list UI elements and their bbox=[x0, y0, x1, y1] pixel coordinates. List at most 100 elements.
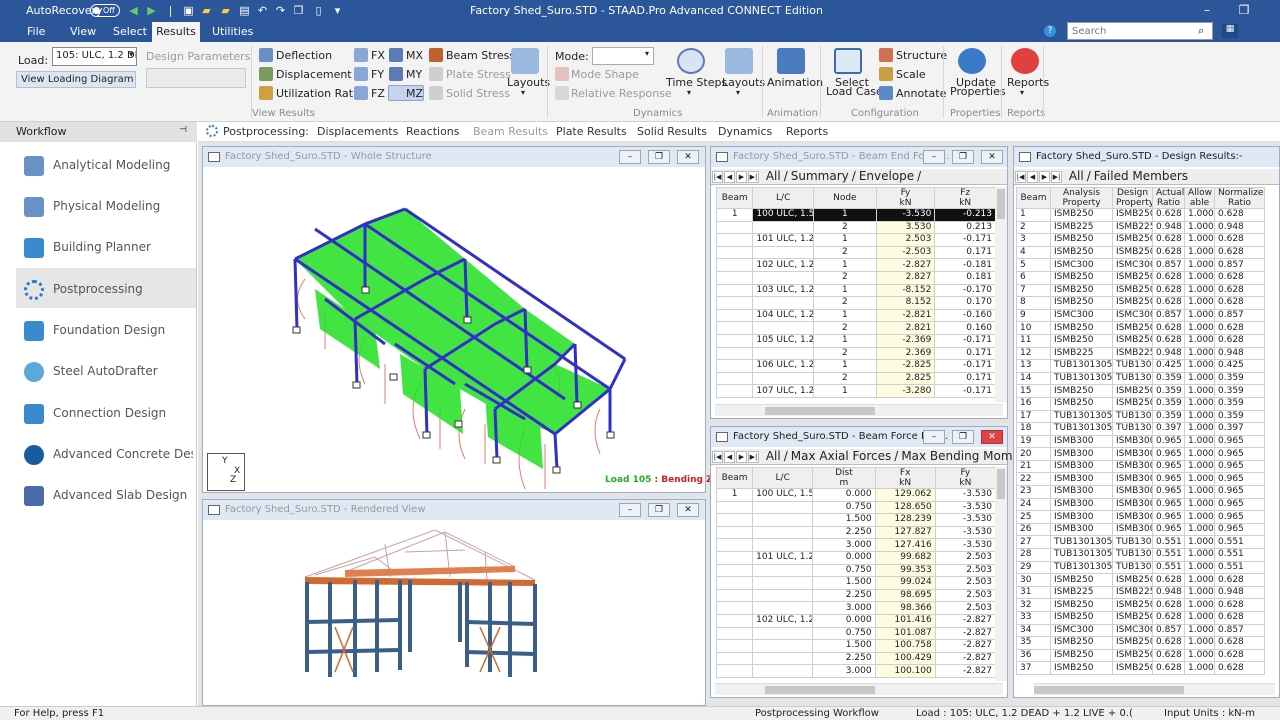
undo-icon[interactable]: ↶ bbox=[256, 4, 269, 17]
chevron-down-icon[interactable]: ▾ bbox=[521, 88, 525, 97]
mx-button[interactable]: MX bbox=[406, 49, 423, 62]
workflow-item-physical-modeling[interactable]: Physical Modeling bbox=[16, 185, 196, 225]
workflow-item-steel-autodrafter[interactable]: Steel AutoDrafter bbox=[16, 350, 196, 390]
last-tab-icon[interactable]: ▶| bbox=[1051, 171, 1062, 183]
table-row[interactable]: 0.750 99.353 2.503 bbox=[715, 563, 997, 578]
table-row[interactable]: 23 ISMB300 ISMB300 0.965 1.000 0.965 bbox=[1016, 485, 1265, 499]
table-row[interactable]: 28TUB1301305.4TUB13010.5511.0000.551 bbox=[1016, 548, 1265, 562]
column-header[interactable]: Fy kN bbox=[875, 187, 936, 209]
table-row[interactable]: 3.000 98.366 2.503 bbox=[715, 601, 997, 615]
beam-stress-button[interactable]: Beam Stress bbox=[446, 49, 515, 62]
restore-button[interactable]: ❐ bbox=[648, 503, 670, 517]
my-button[interactable]: MY bbox=[406, 68, 422, 81]
first-tab-icon[interactable]: |◀ bbox=[1015, 171, 1026, 183]
print-icon[interactable]: ▤ bbox=[238, 4, 251, 17]
workflow-item-connection-design[interactable]: Connection Design bbox=[16, 392, 196, 432]
minimize-icon[interactable]: – bbox=[1200, 3, 1214, 17]
workflow-item-postprocessing[interactable]: Postprocessing bbox=[16, 268, 196, 308]
column-header[interactable]: Design Property bbox=[1112, 187, 1153, 209]
table-row[interactable]: 26 ISMB300 ISMB300 0.965 1.000 0.965 bbox=[1016, 522, 1265, 537]
autorecovery-toggle[interactable]: Off bbox=[90, 4, 120, 17]
table-row[interactable]: 2 -2.503 0.171 bbox=[715, 245, 996, 260]
table-row[interactable]: 35 ISMB250 ISMB250 0.628 1.000 0.628 bbox=[1016, 636, 1265, 650]
mz-button[interactable]: MZ bbox=[406, 87, 423, 100]
table-row[interactable]: 2.250 100.429 -2.827 bbox=[715, 651, 997, 666]
table-row[interactable]: 12 ISMB225 ISMB225 0.948 1.000 0.948 bbox=[1016, 346, 1265, 361]
load-select[interactable]: 105: ULC, 1.2 DE bbox=[52, 47, 137, 66]
connect-icon[interactable]: ▦ bbox=[1222, 24, 1238, 38]
prev-tab-icon[interactable]: ◀ bbox=[724, 451, 735, 463]
load-case-button[interactable]: Load Case bbox=[826, 85, 883, 98]
table-row[interactable]: 16 ISMB250 ISMB250 0.359 1.000 0.359 bbox=[1016, 396, 1265, 411]
menu-results[interactable]: Results bbox=[152, 22, 200, 42]
table-row[interactable]: 11 ISMB250 ISMB250 0.628 1.000 0.628 bbox=[1016, 333, 1265, 348]
table-row[interactable]: 101 ULC, 1.2 0.000 99.682 2.503 bbox=[715, 550, 997, 565]
table-row[interactable]: 37 ISMB250 ISMB250 0.628 1.000 0.628 bbox=[1016, 661, 1265, 675]
prev-tab-icon[interactable]: ◀ bbox=[1027, 171, 1038, 183]
table-row[interactable]: 25 ISMB300 ISMB300 0.965 1.000 0.965 bbox=[1016, 510, 1265, 524]
time-steps-button[interactable]: Time Steps bbox=[666, 76, 727, 89]
minimize-button[interactable]: – bbox=[619, 150, 641, 164]
close-button[interactable]: ✕ bbox=[981, 150, 1003, 164]
horizontal-scrollbar[interactable] bbox=[715, 404, 1003, 416]
relative-response-button[interactable]: Relative Response bbox=[571, 87, 672, 100]
table-row[interactable]: 1 100 ULC, 1.5 1 -3.530 -0.213 bbox=[715, 208, 996, 222]
workflow-item-advanced-concrete-design[interactable]: Advanced Concrete Desi... bbox=[16, 433, 196, 473]
table-row[interactable]: 9 ISMC300 ISMC300 0.857 1.000 0.857 bbox=[1016, 308, 1265, 323]
last-tab-icon[interactable]: ▶| bbox=[748, 451, 759, 463]
table-row[interactable]: 1.500 100.758 -2.827 bbox=[715, 639, 997, 653]
table-row[interactable]: 27TUB1301305.4TUB13010.5511.0000.551 bbox=[1016, 535, 1265, 550]
mode-shape-button[interactable]: Mode Shape bbox=[571, 68, 639, 81]
rendered-view-window[interactable]: Factory Shed_Suro.STD - Rendered View – … bbox=[202, 499, 706, 706]
tab-envelope[interactable]: Envelope bbox=[856, 169, 917, 183]
table-row[interactable]: 15 ISMB250 ISMB250 0.359 1.000 0.359 bbox=[1016, 384, 1265, 398]
table-row[interactable]: 20 ISMB300 ISMB300 0.965 1.000 0.965 bbox=[1016, 447, 1265, 461]
structure-button[interactable]: Structure bbox=[896, 49, 947, 62]
column-header[interactable]: Normalized Ratio bbox=[1214, 187, 1265, 209]
layouts-button[interactable]: Layouts bbox=[507, 76, 550, 89]
vertical-scrollbar[interactable] bbox=[995, 187, 1007, 402]
structure-3d-view[interactable] bbox=[205, 169, 703, 491]
beam-end-force-window[interactable]: Factory Shed_Suro.STD - Beam End Force..… bbox=[710, 146, 1008, 419]
open-folder-icon[interactable]: ▰ bbox=[200, 4, 213, 17]
table-row[interactable]: 29TUB1301305.4TUB13010.5511.0000.551 bbox=[1016, 560, 1265, 575]
table-row[interactable]: 3.000 127.416 -3.530 bbox=[715, 538, 997, 552]
horizontal-scrollbar[interactable] bbox=[715, 683, 1003, 695]
column-header[interactable]: Fx kN bbox=[874, 467, 936, 489]
table-row[interactable]: 4 ISMB250 ISMB250 0.628 1.000 0.628 bbox=[1016, 245, 1265, 260]
column-header[interactable]: Node bbox=[813, 187, 877, 209]
table-row[interactable]: 2 2.821 0.160 bbox=[715, 321, 996, 335]
column-header[interactable]: Fy kN bbox=[934, 467, 997, 489]
first-tab-icon[interactable]: |◀ bbox=[712, 171, 723, 183]
column-header[interactable]: Analysis Property bbox=[1050, 187, 1113, 209]
maximize-icon[interactable]: ❐ bbox=[1237, 3, 1251, 17]
next-tab-icon[interactable]: ▶ bbox=[736, 451, 747, 463]
table-row[interactable]: 36 ISMB250 ISMB250 0.628 1.000 0.628 bbox=[1016, 648, 1265, 663]
whole-structure-window[interactable]: Factory Shed_Suro.STD - Whole Structure … bbox=[202, 146, 713, 493]
search-icon[interactable]: ⌕ bbox=[1198, 24, 1204, 38]
menu-utilities[interactable]: Utilities bbox=[212, 25, 253, 38]
table-row[interactable]: 21 ISMB300 ISMB300 0.965 1.000 0.965 bbox=[1016, 459, 1265, 474]
tab-reports[interactable]: Reports bbox=[786, 125, 828, 138]
chevron-down-icon[interactable]: ▾ bbox=[687, 88, 691, 97]
column-header[interactable]: Fz kN bbox=[934, 187, 996, 209]
table-row[interactable]: 103 ULC, 1.2 1 -8.152 -0.170 bbox=[715, 283, 996, 298]
minimize-button[interactable]: – bbox=[923, 430, 945, 444]
tab-all[interactable]: All bbox=[1066, 169, 1087, 183]
tab-displacements[interactable]: Displacements bbox=[317, 125, 398, 138]
tab-max-axial-forces[interactable]: Max Axial Forces bbox=[788, 449, 895, 463]
minimize-button[interactable]: – bbox=[619, 503, 641, 517]
properties-button[interactable]: Properties bbox=[950, 85, 1006, 98]
chevron-down-icon[interactable]: ▾ bbox=[736, 88, 740, 97]
utilization-ratio-button[interactable]: Utilization Ratio bbox=[276, 87, 363, 100]
pin-icon[interactable]: ⊣ bbox=[179, 125, 187, 135]
table-row[interactable]: 1.500 128.239 -3.530 bbox=[715, 513, 997, 527]
table-row[interactable]: 22 ISMB300 ISMB300 0.965 1.000 0.965 bbox=[1016, 472, 1265, 487]
table-row[interactable]: 18TUB1301305.4TUB13010.3971.0000.397 bbox=[1016, 422, 1265, 436]
chevron-down-icon[interactable]: ▾ bbox=[1020, 88, 1024, 97]
chevron-down-icon[interactable]: ▾ bbox=[645, 49, 649, 58]
close-button[interactable]: ✕ bbox=[981, 430, 1003, 444]
table-row[interactable]: 2.250 98.695 2.503 bbox=[715, 588, 997, 603]
workflow-item-building-planner[interactable]: Building Planner bbox=[16, 226, 196, 266]
next-tab-icon[interactable]: ▶ bbox=[1039, 171, 1050, 183]
